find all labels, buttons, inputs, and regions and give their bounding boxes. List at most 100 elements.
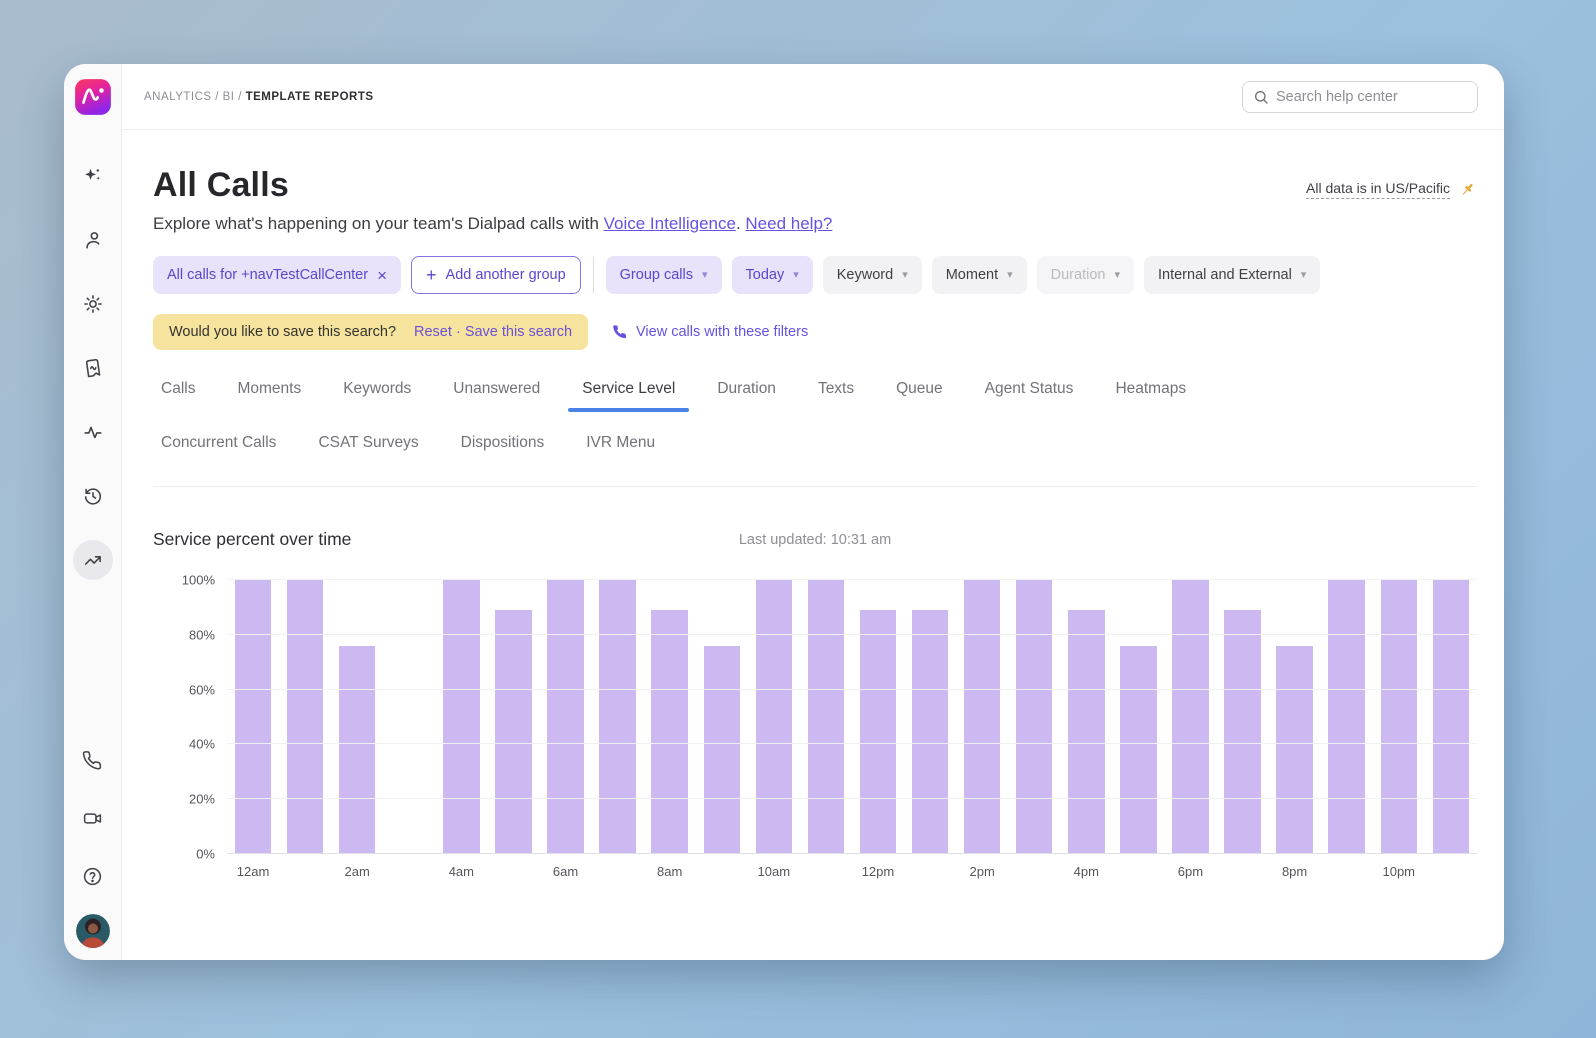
help-icon[interactable] [73,856,113,896]
gridline [227,689,1477,690]
breadcrumb: ANALYTICS / BI / TEMPLATE REPORTS [144,91,374,103]
tab-moments[interactable]: Moments [237,380,301,410]
search-input[interactable] [1276,89,1467,105]
chevron-down-icon: ▾ [1301,270,1307,281]
avatar[interactable] [76,914,110,948]
remove-group-icon[interactable]: × [377,267,387,284]
add-group-button[interactable]: + Add another group [411,256,581,294]
y-tick-label: 80% [189,627,215,642]
filter-chip-label: Keyword [837,267,893,283]
user-icon[interactable] [73,220,113,260]
bar-1am[interactable] [287,580,323,854]
phone-icon[interactable] [73,740,113,780]
bar-2am[interactable] [339,646,375,854]
tab-keywords[interactable]: Keywords [343,380,411,410]
sidebar-nav-top [73,156,113,580]
search-icon [1253,89,1269,105]
chevron-down-icon: ▾ [902,270,908,281]
gridline [227,634,1477,635]
y-tick-label: 0% [196,847,215,862]
y-axis: 0%20%40%60%80%100% [153,580,227,854]
timezone-text[interactable]: All data is in US/Pacific [1306,180,1450,199]
bar-3pm[interactable] [1016,580,1052,854]
video-icon[interactable] [73,798,113,838]
dialpad-ai-logo[interactable] [74,78,112,116]
filter-chip-moment[interactable]: Moment▾ [932,256,1027,294]
sidebar [64,64,122,960]
gridline [227,853,1477,854]
bar-7pm[interactable] [1224,610,1260,854]
bar-10pm[interactable] [1381,580,1417,854]
bar-8am[interactable] [651,610,687,854]
bar-2pm[interactable] [964,580,1000,854]
pulse-icon[interactable] [73,412,113,452]
breadcrumb-path[interactable]: ANALYTICS / BI / [144,91,242,103]
bar-11pm[interactable] [1433,580,1469,854]
tab-unanswered[interactable]: Unanswered [453,380,540,410]
reset-button[interactable]: Reset [414,324,452,340]
bar-5am[interactable] [495,610,531,854]
group-filter-chip[interactable]: All calls for +navTestCallCenter × [153,256,401,294]
gridline [227,743,1477,744]
save-search-button[interactable]: Save this search [465,324,572,340]
bar-slot-7am [592,580,644,854]
bar-11am[interactable] [808,580,844,854]
page-title: All Calls [153,166,289,205]
bar-1pm[interactable] [912,610,948,854]
tab-duration[interactable]: Duration [717,380,776,410]
bar-10am[interactable] [756,580,792,854]
filter-chip-today[interactable]: Today▾ [732,256,813,294]
bar-slot-2am [331,580,383,854]
ai-library-icon[interactable] [73,348,113,388]
tab-service-level[interactable]: Service Level [582,380,675,410]
trending-up-icon[interactable] [73,540,113,580]
tab-texts[interactable]: Texts [818,380,854,410]
bar-6am[interactable] [547,580,583,854]
sidebar-nav-bottom [73,740,113,948]
filter-chip-label: Group calls [620,267,693,283]
gear-icon[interactable] [73,284,113,324]
filter-chip-group-calls[interactable]: Group calls▾ [606,256,722,294]
filter-chip-internal-and-external[interactable]: Internal and External▾ [1144,256,1320,294]
save-search-banner: Would you like to save this search? Rese… [153,314,588,350]
x-tick-label [1008,864,1060,879]
view-calls-link[interactable]: View calls with these filters [612,324,808,340]
bar-9am[interactable] [704,646,740,854]
service-percent-chart: 0%20%40%60%80%100% 12am2am4am6am8am10am1… [153,580,1477,879]
bar-7am[interactable] [599,580,635,854]
bar-8pm[interactable] [1276,646,1312,854]
need-help-link[interactable]: Need help? [745,214,832,233]
bar-6pm[interactable] [1172,580,1208,854]
banner-row: Would you like to save this search? Rese… [153,314,1477,350]
tab-ivr-menu[interactable]: IVR Menu [586,434,655,464]
filter-chip-label: Moment [946,267,998,283]
x-tick-label: 12pm [852,864,904,879]
bar-4am[interactable] [443,580,479,854]
sparkles-icon[interactable] [73,156,113,196]
tab-calls[interactable]: Calls [161,380,195,410]
x-tick-label: 4pm [1060,864,1112,879]
filter-chip-label: Duration [1051,267,1106,283]
tab-csat-surveys[interactable]: CSAT Surveys [318,434,418,464]
bar-9pm[interactable] [1328,580,1364,854]
tab-concurrent-calls[interactable]: Concurrent Calls [161,434,276,464]
bar-12am[interactable] [235,580,271,854]
tab-heatmaps[interactable]: Heatmaps [1115,380,1186,410]
x-tick-label: 6am [539,864,591,879]
history-icon[interactable] [73,476,113,516]
voice-intelligence-link[interactable]: Voice Intelligence [604,214,736,233]
tab-agent-status[interactable]: Agent Status [985,380,1074,410]
bar-5pm[interactable] [1120,646,1156,854]
bar-4pm[interactable] [1068,610,1104,854]
help-search[interactable] [1242,81,1478,113]
bar-slot-4am [435,580,487,854]
tab-dispositions[interactable]: Dispositions [461,434,545,464]
filter-chip-keyword[interactable]: Keyword ▾ [823,256,922,294]
add-group-label: Add another group [446,267,566,283]
topbar: ANALYTICS / BI / TEMPLATE REPORTS [122,64,1504,130]
x-tick-label [1216,864,1268,879]
bar-12pm[interactable] [860,610,896,854]
tab-queue[interactable]: Queue [896,380,943,410]
bar-slot-4pm [1060,580,1112,854]
view-calls-label: View calls with these filters [636,324,808,340]
